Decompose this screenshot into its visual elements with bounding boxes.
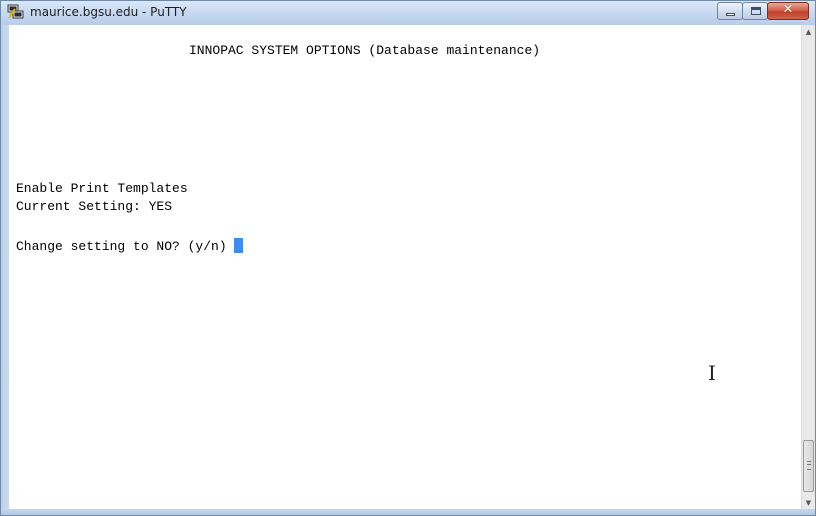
- maximize-icon: [751, 7, 761, 15]
- scroll-down-arrow-icon[interactable]: ▼: [802, 496, 815, 510]
- close-button[interactable]: ✕: [767, 2, 809, 20]
- grip-icon: [807, 461, 811, 470]
- window-title: maurice.bgsu.edu - PuTTY: [30, 5, 187, 19]
- close-icon: ✕: [782, 2, 794, 17]
- scrollbar-thumb[interactable]: [803, 440, 814, 492]
- minimize-button[interactable]: [717, 2, 743, 20]
- prompt-text: Change setting to NO? (y/n): [16, 239, 235, 254]
- maximize-button[interactable]: [742, 2, 768, 20]
- terminal-screen[interactable]: INNOPAC SYSTEM OPTIONS (Database mainten…: [9, 25, 801, 510]
- putty-icon: [7, 4, 24, 19]
- title-bar[interactable]: maurice.bgsu.edu - PuTTY ✕: [1, 1, 815, 25]
- text-cursor: [234, 238, 244, 253]
- minimize-icon: [726, 13, 735, 16]
- terminal-line-prompt: Change setting to NO? (y/n): [16, 238, 244, 254]
- window-frame-bottom: [1, 509, 815, 515]
- window-frame-left: [1, 25, 9, 511]
- terminal-header: INNOPAC SYSTEM OPTIONS (Database mainten…: [189, 43, 541, 58]
- caption-buttons: ✕: [717, 2, 809, 21]
- vertical-scrollbar[interactable]: ▲ ▼: [801, 25, 815, 510]
- putty-window: maurice.bgsu.edu - PuTTY ✕ INNOPAC SYSTE…: [0, 0, 816, 516]
- scroll-up-arrow-icon[interactable]: ▲: [802, 25, 815, 39]
- terminal-line-option: Enable Print Templates: [16, 181, 188, 196]
- ibeam-cursor-icon: I: [708, 361, 716, 385]
- terminal-line-current-setting: Current Setting: YES: [16, 199, 173, 214]
